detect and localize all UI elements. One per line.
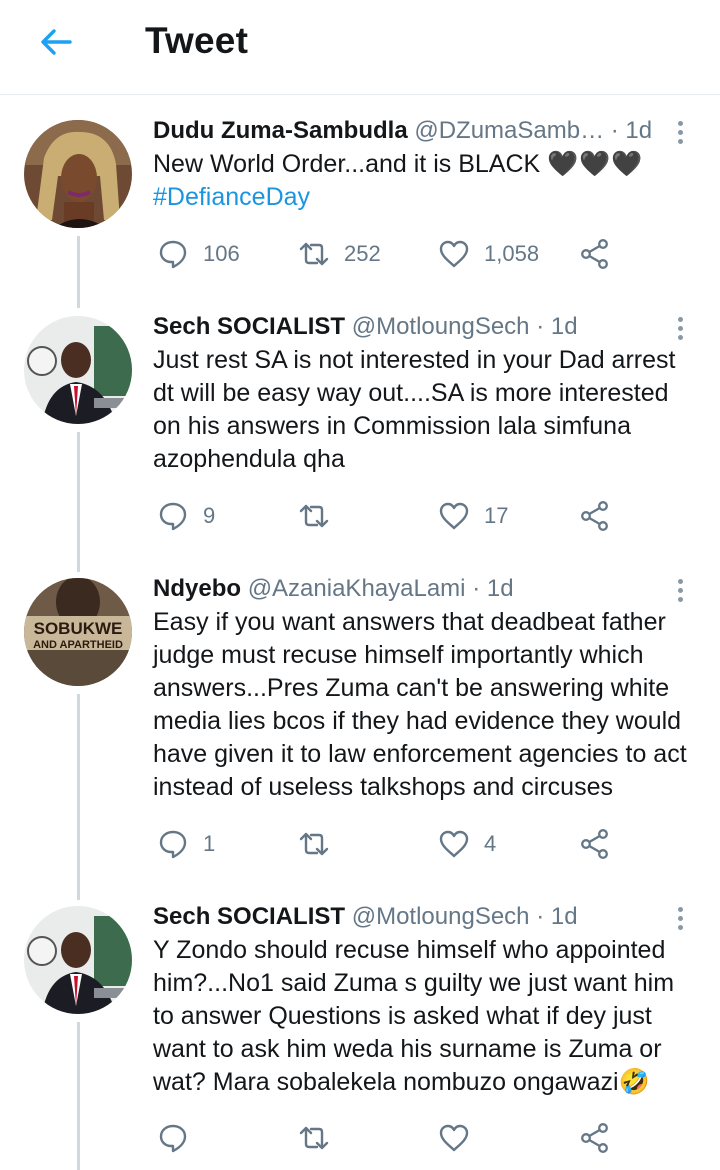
- retweet-count: 252: [344, 241, 381, 266]
- reply-button[interactable]: 106: [157, 236, 240, 272]
- tweet-header: Dudu Zuma-Sambudla @DZumaSamb… · 1d: [153, 117, 652, 145]
- thread-line: [77, 694, 80, 900]
- more-vertical-icon: [672, 317, 688, 340]
- retweet-button[interactable]: [298, 826, 344, 862]
- thread-line: [77, 236, 80, 308]
- tweet-header: Ndyebo @AzaniaKhayaLami · 1d: [153, 575, 514, 603]
- tweet-body: Y Zondo should recuse himself who appoin…: [153, 936, 675, 1096]
- avatar[interactable]: SOBUKWE AND APARTHEID: [24, 578, 132, 686]
- page-title: Tweet: [145, 20, 249, 61]
- retweet-button[interactable]: [298, 498, 344, 534]
- timestamp[interactable]: · 1d: [472, 575, 513, 602]
- retweet-icon: [299, 832, 329, 856]
- like-count: 17: [484, 503, 509, 528]
- display-name[interactable]: Dudu Zuma-Sambudla: [153, 117, 408, 144]
- thread-line: [77, 1022, 80, 1170]
- more-options-button[interactable]: [672, 576, 688, 606]
- share-button[interactable]: [579, 498, 611, 534]
- display-name[interactable]: Sech SOCIALIST: [153, 313, 345, 340]
- reply-count: 1: [203, 831, 216, 856]
- tweet-text: Just rest SA is not interested in your D…: [153, 346, 676, 473]
- retweet-icon: [299, 1126, 329, 1150]
- tweet-header: Sech SOCIALIST @MotloungSech · 1d: [153, 313, 578, 341]
- more-vertical-icon: [672, 579, 688, 602]
- like-count: 1,058: [484, 241, 540, 266]
- reply-icon: [159, 1124, 187, 1153]
- timestamp[interactable]: · 1d: [536, 903, 577, 930]
- black-heart-emoji: 🖤🖤🖤: [547, 150, 644, 178]
- tweet-body: New World Order...and it is BLACK: [153, 150, 541, 178]
- retweet-icon: [299, 242, 329, 266]
- more-options-button[interactable]: [672, 314, 688, 344]
- heart-icon: [439, 240, 469, 268]
- retweet-button[interactable]: 252: [298, 236, 381, 272]
- like-button[interactable]: [438, 1120, 484, 1156]
- laughing-emoji: 🤣: [618, 1068, 650, 1096]
- user-handle[interactable]: @DZumaSamb…: [414, 117, 604, 144]
- hashtag-link[interactable]: #DefianceDay: [153, 183, 310, 211]
- reply-button[interactable]: 9: [157, 498, 215, 534]
- share-icon: [581, 1123, 608, 1153]
- more-options-button[interactable]: [672, 118, 688, 148]
- display-name[interactable]: Sech SOCIALIST: [153, 903, 345, 930]
- top-bar: Tweet: [0, 0, 720, 95]
- avatar[interactable]: [24, 906, 132, 1014]
- display-name[interactable]: Ndyebo: [153, 575, 241, 602]
- reply-count: 106: [203, 241, 240, 266]
- heart-icon: [439, 830, 469, 858]
- user-handle[interactable]: @MotloungSech: [352, 313, 530, 340]
- back-button[interactable]: [36, 22, 76, 62]
- thread-line: [77, 432, 80, 572]
- retweet-icon: [299, 504, 329, 528]
- tweet-text: New World Order...and it is BLACK 🖤🖤🖤 #D…: [153, 148, 693, 214]
- avatar[interactable]: [24, 120, 132, 228]
- heart-icon: [439, 502, 469, 530]
- reply-count: 9: [203, 503, 216, 528]
- more-options-button[interactable]: [672, 904, 688, 934]
- share-button[interactable]: [579, 236, 611, 272]
- like-count: 4: [484, 831, 497, 856]
- share-icon: [581, 239, 608, 269]
- share-icon: [581, 829, 608, 859]
- more-vertical-icon: [672, 121, 688, 144]
- reply-button[interactable]: [157, 1120, 203, 1156]
- avatar-caption: SOBUKWE: [34, 619, 123, 638]
- reply-icon: [159, 240, 187, 269]
- user-handle[interactable]: @AzaniaKhayaLami: [248, 575, 466, 602]
- share-button[interactable]: [579, 826, 611, 862]
- more-vertical-icon: [672, 907, 688, 930]
- like-button[interactable]: 17: [438, 498, 508, 534]
- user-handle[interactable]: @MotloungSech: [352, 903, 530, 930]
- tweet-header: Sech SOCIALIST @MotloungSech · 1d: [153, 903, 578, 931]
- heart-icon: [439, 1124, 469, 1152]
- retweet-button[interactable]: [298, 1120, 344, 1156]
- share-button[interactable]: [579, 1120, 611, 1156]
- timestamp[interactable]: · 1d: [611, 117, 652, 144]
- avatar[interactable]: [24, 316, 132, 424]
- avatar-caption: AND APARTHEID: [33, 639, 123, 651]
- reply-icon: [159, 830, 187, 859]
- reply-button[interactable]: 1: [157, 826, 215, 862]
- share-icon: [581, 501, 608, 531]
- arrow-left-icon: [41, 29, 72, 55]
- tweet-text: Y Zondo should recuse himself who appoin…: [153, 934, 693, 1099]
- tweet-text: Easy if you want answers that deadbeat f…: [153, 608, 687, 801]
- like-button[interactable]: 1,058: [438, 236, 539, 272]
- like-button[interactable]: 4: [438, 826, 496, 862]
- timestamp[interactable]: · 1d: [536, 313, 577, 340]
- reply-icon: [159, 502, 187, 531]
